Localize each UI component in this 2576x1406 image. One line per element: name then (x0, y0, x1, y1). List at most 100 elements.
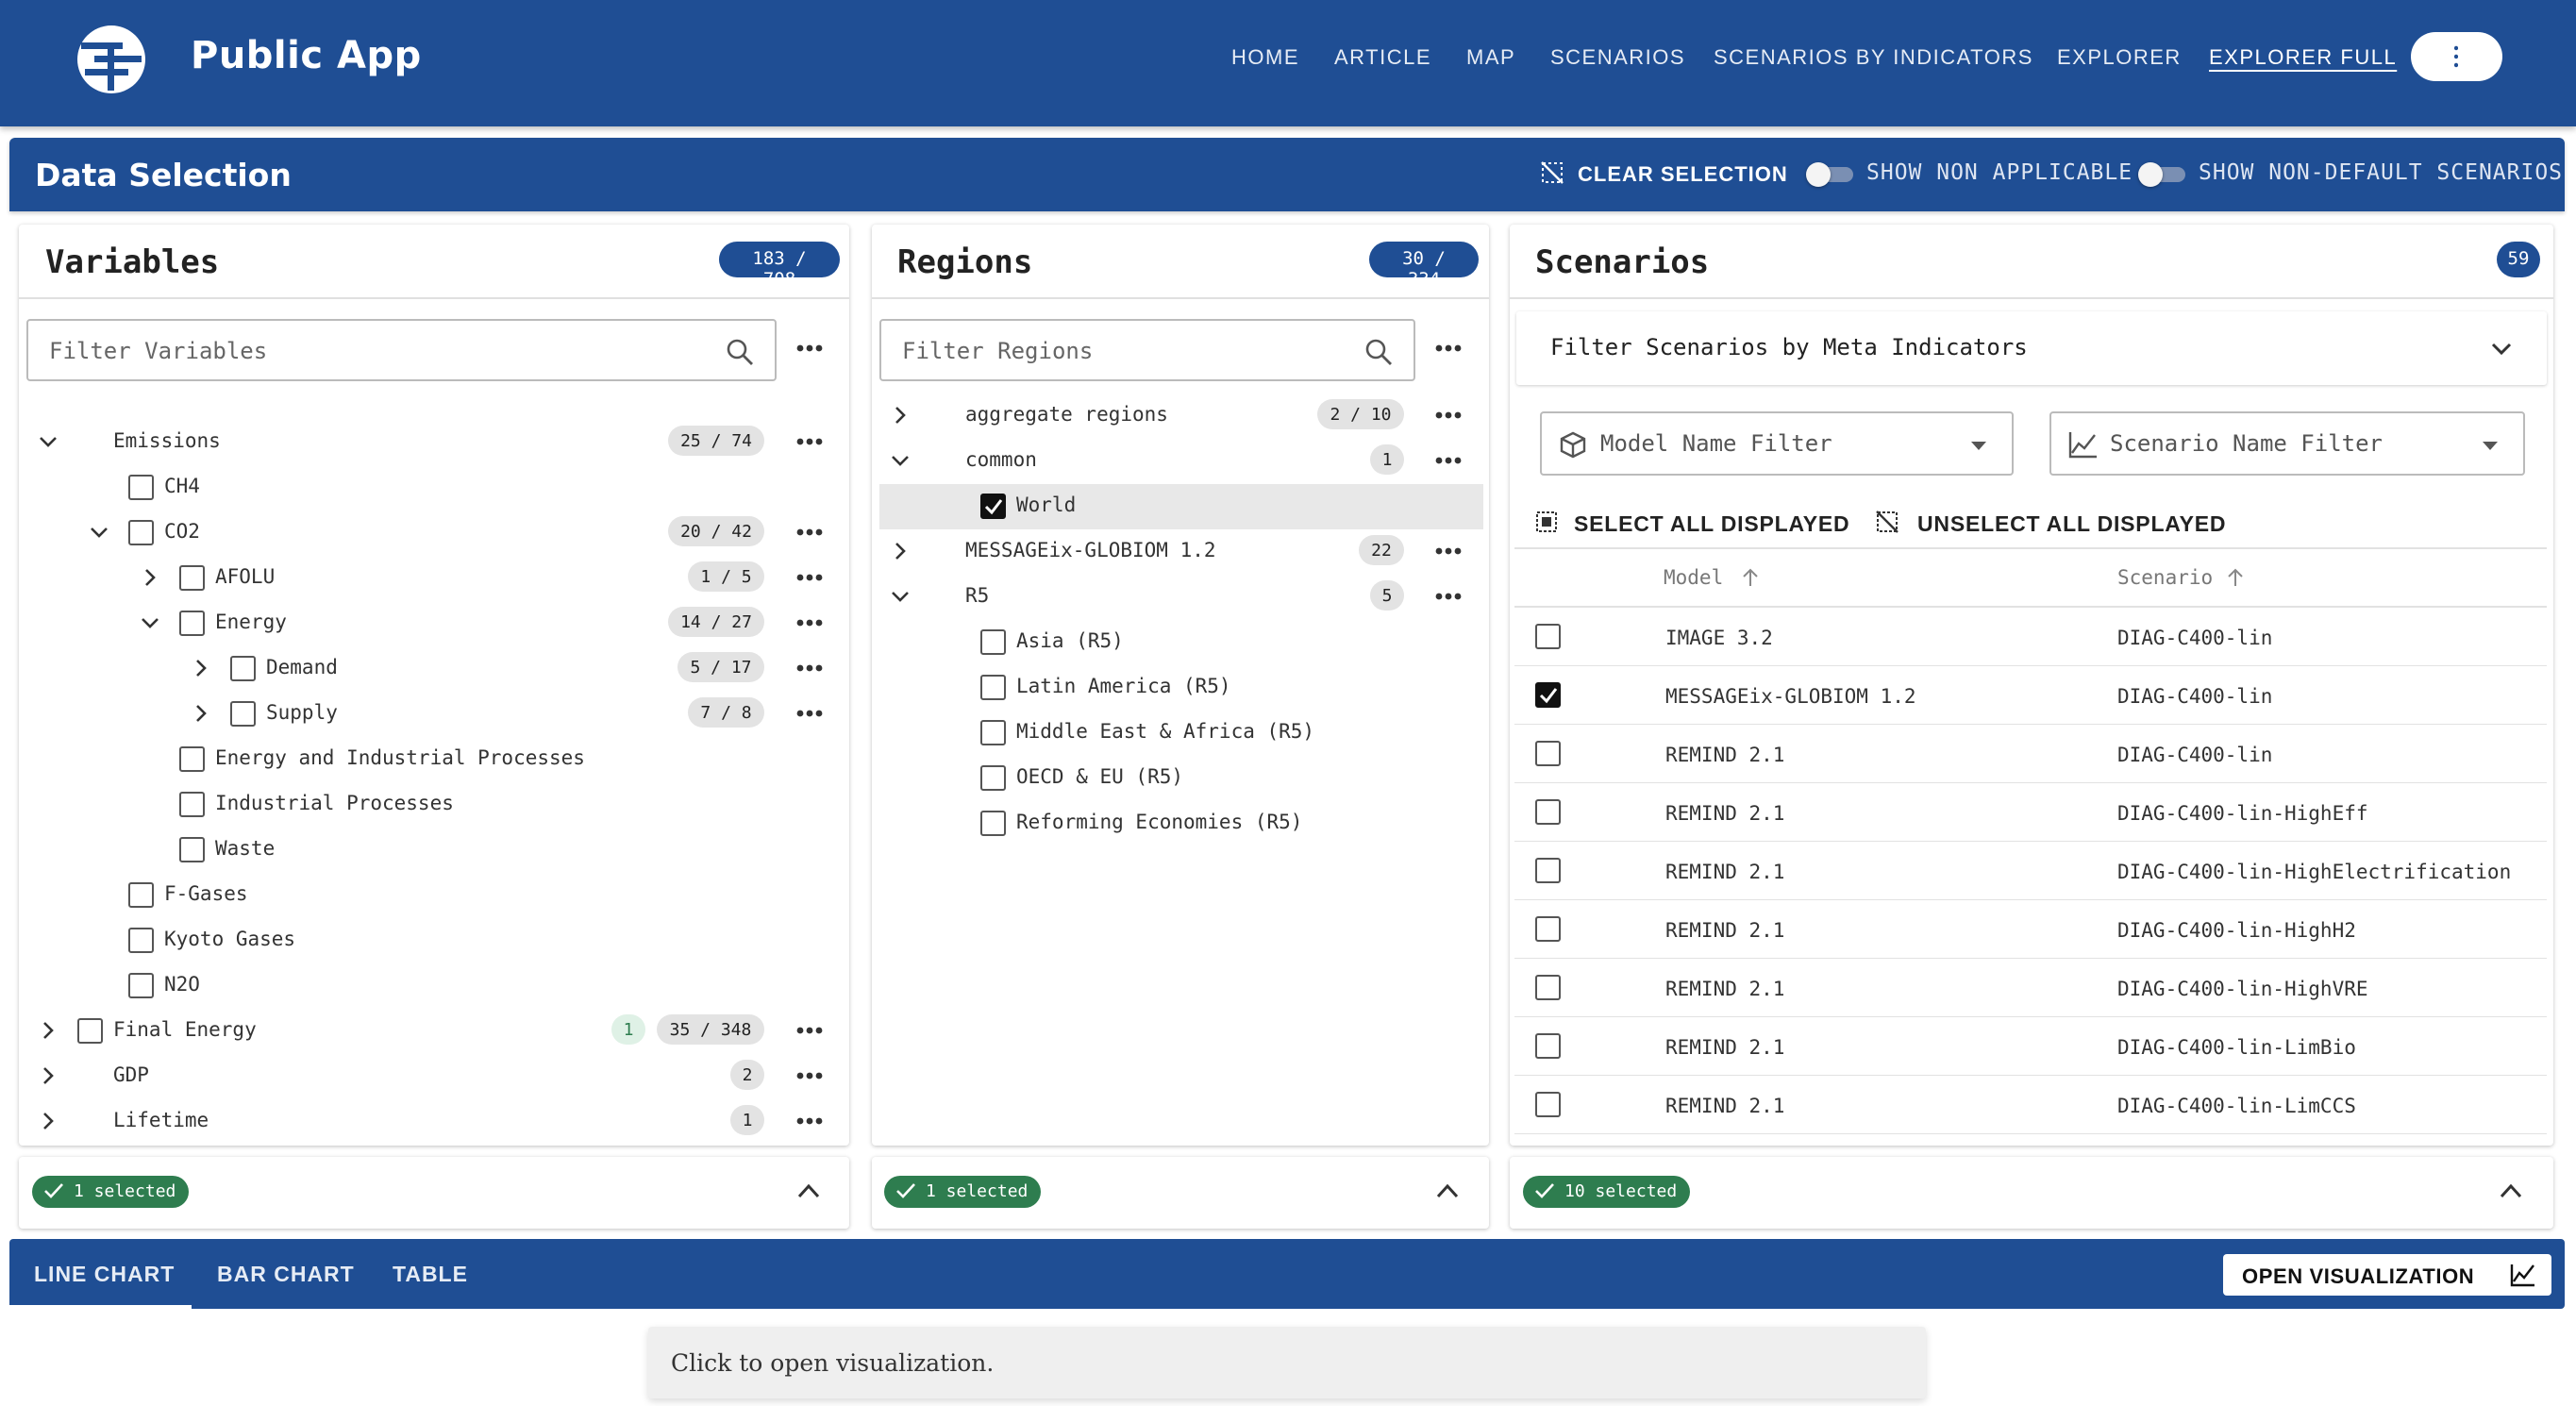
checkbox[interactable] (1535, 624, 1561, 649)
chevron-down-icon[interactable] (890, 586, 911, 607)
checkbox[interactable] (179, 837, 205, 862)
variable-item-ch4[interactable]: CH4 (164, 475, 200, 497)
checkbox[interactable] (128, 475, 154, 500)
variable-item-supply[interactable]: Supply (266, 701, 338, 724)
variable-item-afolu[interactable]: AFOLU (215, 565, 275, 588)
checkbox[interactable] (980, 720, 1006, 745)
chevron-right-icon[interactable] (191, 703, 211, 724)
chevron-right-icon[interactable] (890, 405, 911, 426)
row-options-icon[interactable] (1435, 593, 1462, 600)
region-item-world[interactable]: World (1016, 494, 1076, 516)
checkbox[interactable] (1535, 799, 1561, 825)
app-title[interactable]: Public App (191, 34, 422, 77)
nav-explorer[interactable]: EXPLORER (2057, 45, 2182, 70)
row-options-icon[interactable] (796, 664, 823, 672)
checkbox[interactable] (230, 656, 256, 681)
chevron-right-icon[interactable] (140, 567, 160, 588)
row-options-icon[interactable] (796, 1027, 823, 1034)
row-options-icon[interactable] (796, 574, 823, 581)
show-non-default-toggle[interactable] (2138, 162, 2187, 187)
tab-line-chart[interactable]: LINE CHART (34, 1262, 175, 1287)
chevron-right-icon[interactable] (890, 541, 911, 561)
nav-explorer-full[interactable]: EXPLORER FULL (2209, 45, 2397, 70)
meta-indicators-accordion[interactable]: Filter Scenarios by Meta Indicators (1516, 311, 2547, 385)
show-non-applicable-toggle[interactable] (1806, 162, 1855, 187)
table-row[interactable]: REMIND 2.1 DIAG-C400-lin (1514, 725, 2547, 783)
row-options-icon[interactable] (796, 1117, 823, 1125)
region-item-common[interactable]: common (965, 448, 1037, 471)
checkbox[interactable] (980, 675, 1006, 700)
variable-item-kyoto-gases[interactable]: Kyoto Gases (164, 928, 295, 950)
checkbox[interactable] (128, 973, 154, 998)
region-item-latin-america[interactable]: Latin America (R5) (1016, 675, 1231, 697)
filter-regions-input[interactable]: Filter Regions (879, 319, 1415, 381)
checkbox[interactable] (128, 928, 154, 953)
scenario-name-filter[interactable]: Scenario Name Filter (2049, 411, 2525, 476)
region-item-aggregate[interactable]: aggregate regions (965, 403, 1168, 426)
checkbox-checked[interactable] (980, 494, 1006, 519)
checkbox[interactable] (1535, 1092, 1561, 1117)
table-row[interactable]: IMAGE 3.2 DIAG-C400-lin (1514, 608, 2547, 666)
filter-variables-input[interactable]: Filter Variables (26, 319, 777, 381)
checkbox[interactable] (1535, 916, 1561, 942)
variable-item-waste[interactable]: Waste (215, 837, 275, 860)
checkbox[interactable] (179, 565, 205, 591)
variable-item-energy[interactable]: Energy (215, 611, 287, 633)
column-header-model[interactable]: Model (1664, 566, 1723, 589)
chevron-down-icon[interactable] (38, 431, 59, 452)
model-name-filter[interactable]: Model Name Filter (1540, 411, 2014, 476)
variable-item-gdp[interactable]: GDP (113, 1063, 149, 1086)
table-row[interactable]: REMIND 2.1 DIAG-C400-lin-HighElectrifica… (1514, 842, 2547, 900)
chevron-down-icon[interactable] (89, 522, 109, 543)
checkbox[interactable] (128, 882, 154, 908)
variable-item-final-energy[interactable]: Final Energy (113, 1018, 257, 1041)
checkbox[interactable] (230, 701, 256, 727)
chevron-up-icon[interactable] (2499, 1181, 2523, 1200)
more-menu-button[interactable] (2411, 32, 2502, 81)
sort-arrow-up-icon[interactable] (2227, 568, 2244, 587)
column-header-scenario[interactable]: Scenario (2117, 566, 2213, 589)
regions-options-icon[interactable] (1435, 344, 1462, 352)
table-row[interactable]: REMIND 2.1 DIAG-C400-lin-HighH2 (1514, 900, 2547, 959)
checkbox[interactable] (179, 611, 205, 636)
chevron-up-icon[interactable] (1435, 1181, 1460, 1200)
table-row[interactable]: REMIND 2.1 DIAG-C400-lin-LimCCS (1514, 1076, 2547, 1134)
unselect-all-displayed-button[interactable]: UNSELECT ALL DISPLAYED (1917, 511, 2226, 537)
checkbox[interactable] (1535, 741, 1561, 766)
region-item-asia[interactable]: Asia (R5) (1016, 629, 1124, 652)
variable-item-emissions[interactable]: Emissions (113, 429, 221, 452)
scenarios-selected-chip[interactable]: 10 selected (1523, 1176, 1691, 1208)
variable-item-industrial-processes[interactable]: Industrial Processes (215, 792, 454, 814)
region-item-oecd-eu[interactable]: OECD & EU (R5) (1016, 765, 1183, 788)
row-options-icon[interactable] (796, 710, 823, 717)
table-row[interactable]: REMIND 2.1 DIAG-C400-lin-LimBio (1514, 1017, 2547, 1076)
visualization-placeholder[interactable]: Click to open visualization. (648, 1327, 1926, 1398)
nav-home[interactable]: HOME (1231, 45, 1299, 70)
region-item-reforming-economies[interactable]: Reforming Economies (R5) (1016, 811, 1302, 833)
region-item-middle-east-africa[interactable]: Middle East & Africa (R5) (1016, 720, 1314, 743)
row-options-icon[interactable] (1435, 411, 1462, 419)
chevron-up-icon[interactable] (796, 1181, 821, 1200)
variable-item-co2[interactable]: CO2 (164, 520, 200, 543)
row-options-icon[interactable] (796, 1072, 823, 1080)
sort-arrow-up-icon[interactable] (1742, 568, 1759, 587)
open-visualization-button[interactable]: OPEN VISUALIZATION (2223, 1254, 2551, 1296)
chevron-down-icon[interactable] (140, 612, 160, 633)
select-all-displayed-button[interactable]: SELECT ALL DISPLAYED (1574, 511, 1849, 537)
tab-bar-chart[interactable]: BAR CHART (217, 1262, 355, 1287)
row-options-icon[interactable] (796, 528, 823, 536)
checkbox[interactable] (1535, 858, 1561, 883)
nav-scenarios-by-indicators[interactable]: SCENARIOS BY INDICATORS (1714, 45, 2033, 70)
variable-item-lifetime[interactable]: Lifetime (113, 1109, 209, 1131)
checkbox[interactable] (980, 765, 1006, 791)
variable-item-energy-industrial[interactable]: Energy and Industrial Processes (215, 746, 585, 769)
clear-selection-button[interactable]: CLEAR SELECTION (1578, 162, 1788, 187)
variables-options-icon[interactable] (796, 344, 823, 352)
checkbox[interactable] (128, 520, 154, 545)
checkbox[interactable] (1535, 975, 1561, 1000)
nav-map[interactable]: MAP (1466, 45, 1515, 70)
checkbox[interactable] (77, 1018, 103, 1044)
chevron-down-icon[interactable] (890, 450, 911, 471)
chevron-right-icon[interactable] (191, 658, 211, 678)
checkbox[interactable] (179, 792, 205, 817)
